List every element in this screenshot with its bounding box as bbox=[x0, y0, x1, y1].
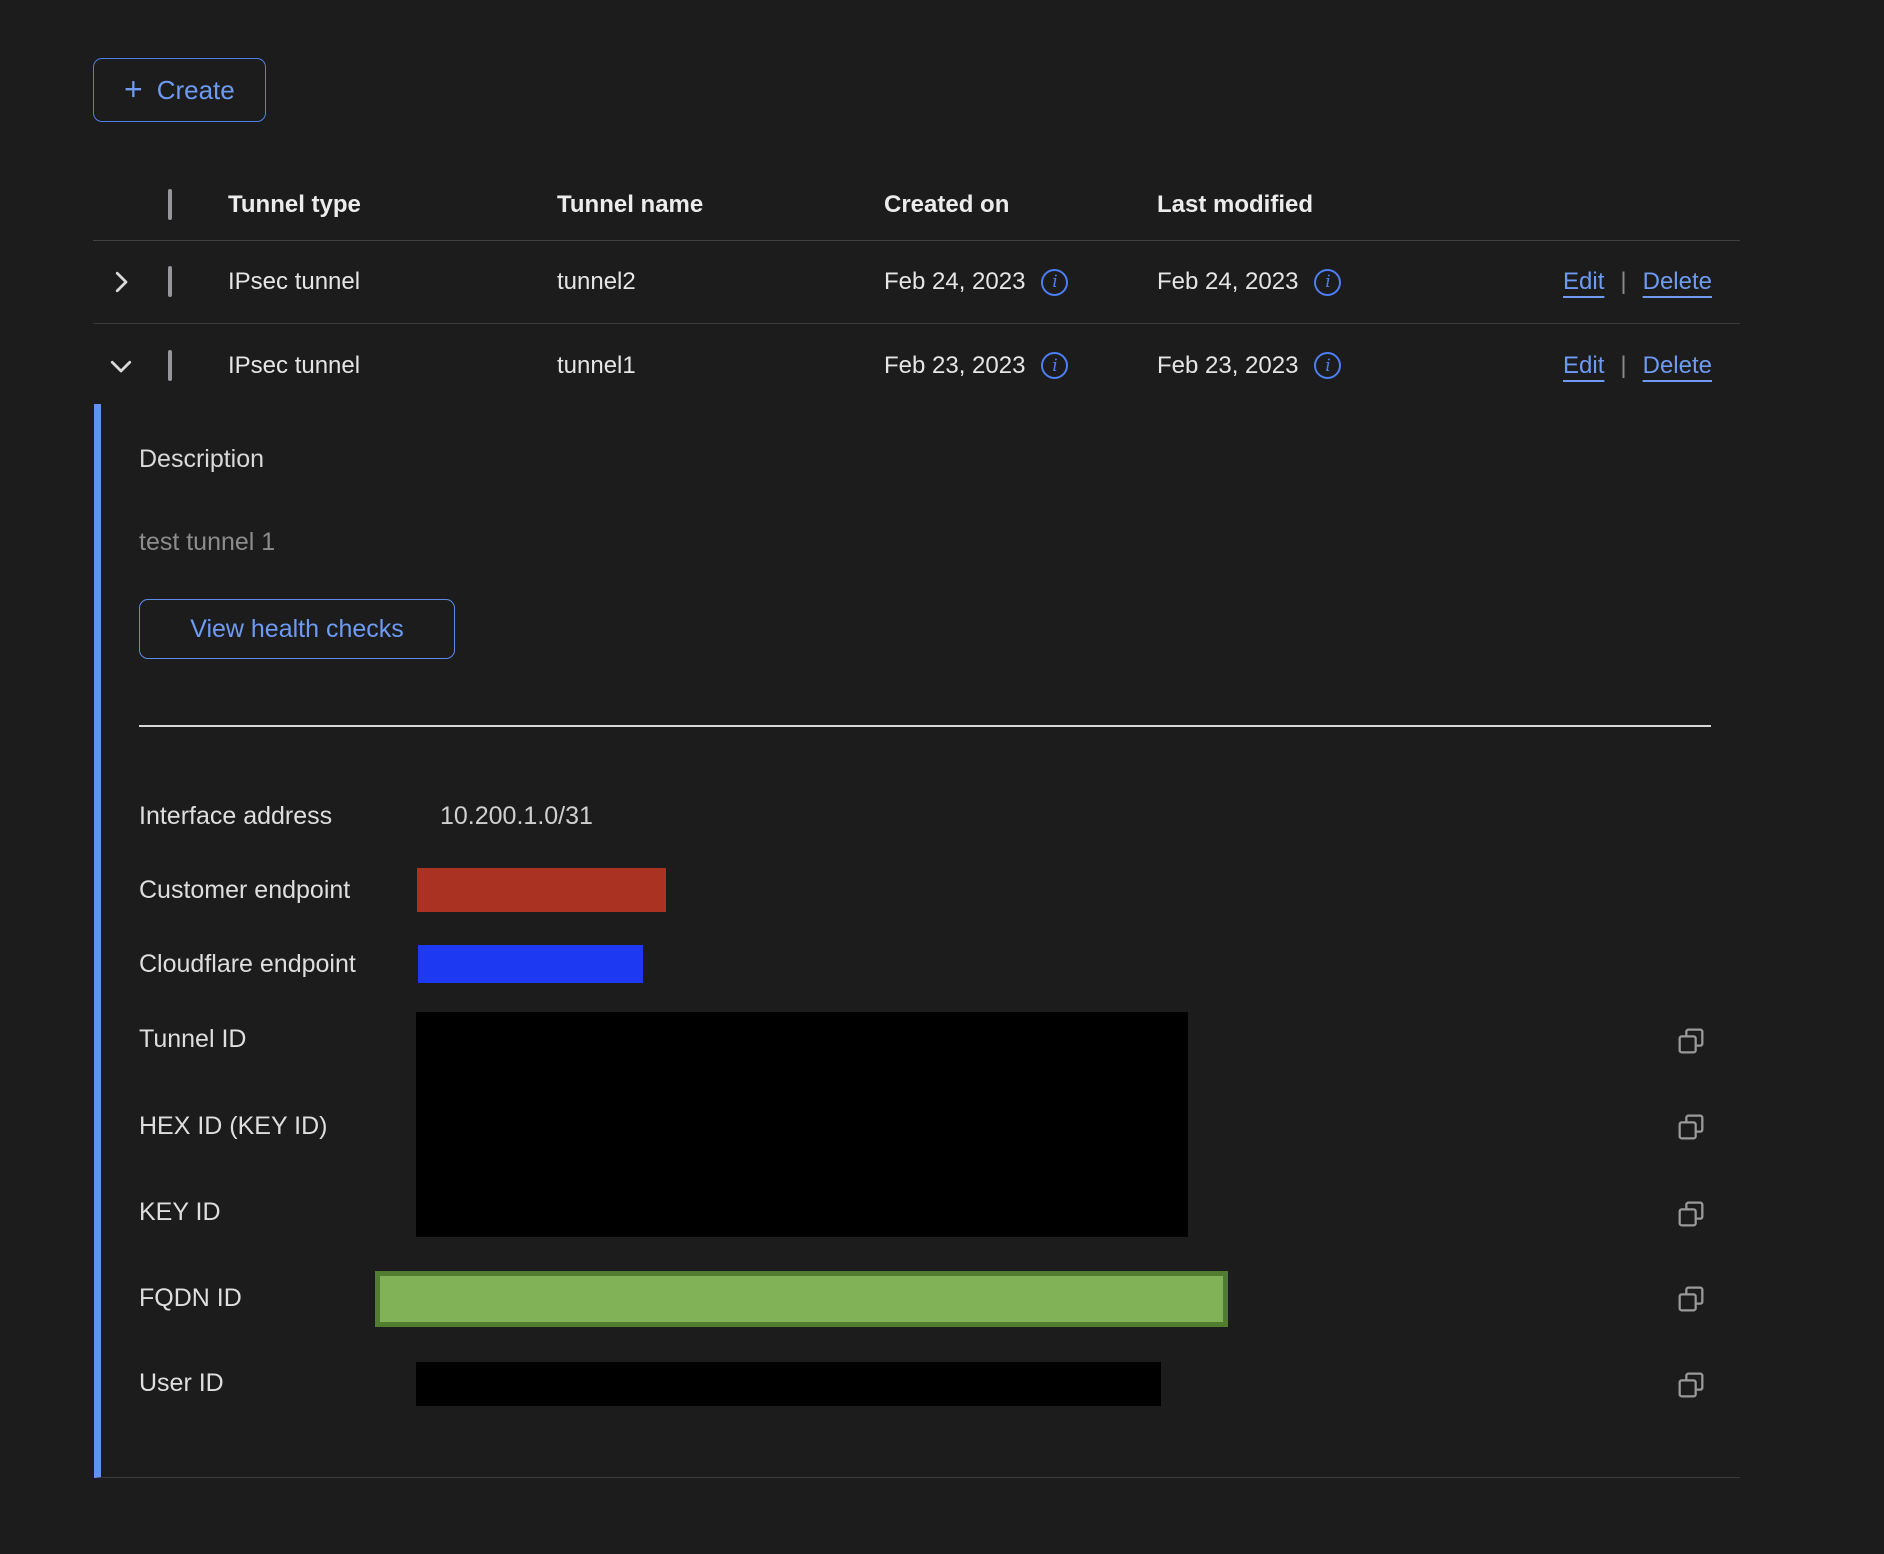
interface-address-label: Interface address bbox=[139, 801, 332, 831]
cell-tunnel-type: IPsec tunnel bbox=[228, 268, 557, 296]
edit-link[interactable]: Edit bbox=[1563, 268, 1604, 296]
copy-icon bbox=[1675, 1389, 1707, 1404]
cell-last-modified: Feb 24, 2023 bbox=[1157, 268, 1298, 296]
table-header-row: Tunnel type Tunnel name Created on Last … bbox=[93, 170, 1740, 241]
user-id-redaction bbox=[416, 1362, 1161, 1406]
actions-separator: | bbox=[1620, 268, 1626, 296]
user-id-label: User ID bbox=[139, 1368, 224, 1398]
copy-icon bbox=[1675, 1131, 1707, 1146]
table-row: IPsec tunnel tunnel1 Feb 23, 2023 Feb 23… bbox=[93, 324, 1740, 407]
copy-fqdn-id-button[interactable] bbox=[1675, 1283, 1707, 1315]
copy-hex-id-button[interactable] bbox=[1675, 1111, 1707, 1143]
customer-endpoint-redaction bbox=[417, 868, 666, 912]
info-circle-icon[interactable] bbox=[1041, 269, 1068, 296]
customer-endpoint-label: Customer endpoint bbox=[139, 875, 350, 905]
plus-icon: + bbox=[124, 73, 143, 105]
cell-tunnel-type: IPsec tunnel bbox=[228, 352, 557, 380]
header-created-on: Created on bbox=[884, 191, 1157, 219]
create-button[interactable]: + Create bbox=[93, 58, 266, 122]
info-circle-icon[interactable] bbox=[1314, 269, 1341, 296]
section-divider bbox=[139, 725, 1711, 727]
info-circle-icon[interactable] bbox=[1314, 352, 1341, 379]
chevron-right-icon bbox=[106, 267, 136, 297]
ipsec-tunnels-page: + Create Tunnel type Tunnel name Created… bbox=[0, 0, 1884, 1554]
delete-link[interactable]: Delete bbox=[1643, 268, 1712, 296]
table-row: IPsec tunnel tunnel2 Feb 24, 2023 Feb 24… bbox=[93, 241, 1740, 324]
description-value: test tunnel 1 bbox=[139, 528, 275, 557]
tunnel-details-panel: Description test tunnel 1 View health ch… bbox=[94, 404, 1740, 1478]
header-last-modified: Last modified bbox=[1157, 191, 1540, 219]
info-circle-icon[interactable] bbox=[1041, 352, 1068, 379]
cell-created-on: Feb 23, 2023 bbox=[884, 352, 1025, 380]
delete-link[interactable]: Delete bbox=[1643, 352, 1712, 380]
hex-id-label: HEX ID (KEY ID) bbox=[139, 1111, 327, 1141]
copy-icon bbox=[1675, 1045, 1707, 1060]
row-checkbox[interactable] bbox=[168, 266, 172, 297]
header-tunnel-name: Tunnel name bbox=[557, 191, 884, 219]
cell-tunnel-name: tunnel2 bbox=[557, 268, 884, 296]
tunnel-hex-key-id-redaction bbox=[416, 1012, 1188, 1237]
actions-separator: | bbox=[1620, 352, 1626, 380]
copy-icon bbox=[1675, 1303, 1707, 1318]
copy-key-id-button[interactable] bbox=[1675, 1198, 1707, 1230]
row-checkbox[interactable] bbox=[168, 350, 172, 381]
fqdn-id-label: FQDN ID bbox=[139, 1283, 242, 1313]
chevron-down-icon bbox=[106, 351, 136, 381]
cloudflare-endpoint-label: Cloudflare endpoint bbox=[139, 949, 356, 979]
description-label: Description bbox=[139, 445, 264, 474]
cell-last-modified: Feb 23, 2023 bbox=[1157, 352, 1298, 380]
cell-tunnel-name: tunnel1 bbox=[557, 352, 884, 380]
fqdn-id-redaction bbox=[375, 1271, 1228, 1327]
view-health-checks-button[interactable]: View health checks bbox=[139, 599, 455, 659]
collapse-row-button[interactable] bbox=[93, 351, 168, 381]
select-all-checkbox[interactable] bbox=[168, 189, 172, 220]
copy-user-id-button[interactable] bbox=[1675, 1369, 1707, 1401]
create-button-label: Create bbox=[157, 75, 235, 106]
copy-icon bbox=[1675, 1218, 1707, 1233]
tunnel-id-label: Tunnel ID bbox=[139, 1024, 246, 1054]
cloudflare-endpoint-redaction bbox=[418, 945, 643, 983]
header-tunnel-type: Tunnel type bbox=[228, 191, 557, 219]
copy-tunnel-id-button[interactable] bbox=[1675, 1025, 1707, 1057]
tunnels-table: Tunnel type Tunnel name Created on Last … bbox=[93, 170, 1740, 407]
key-id-label: KEY ID bbox=[139, 1197, 221, 1227]
interface-address-value: 10.200.1.0/31 bbox=[440, 801, 593, 831]
edit-link[interactable]: Edit bbox=[1563, 352, 1604, 380]
expand-row-button[interactable] bbox=[93, 267, 168, 297]
cell-created-on: Feb 24, 2023 bbox=[884, 268, 1025, 296]
